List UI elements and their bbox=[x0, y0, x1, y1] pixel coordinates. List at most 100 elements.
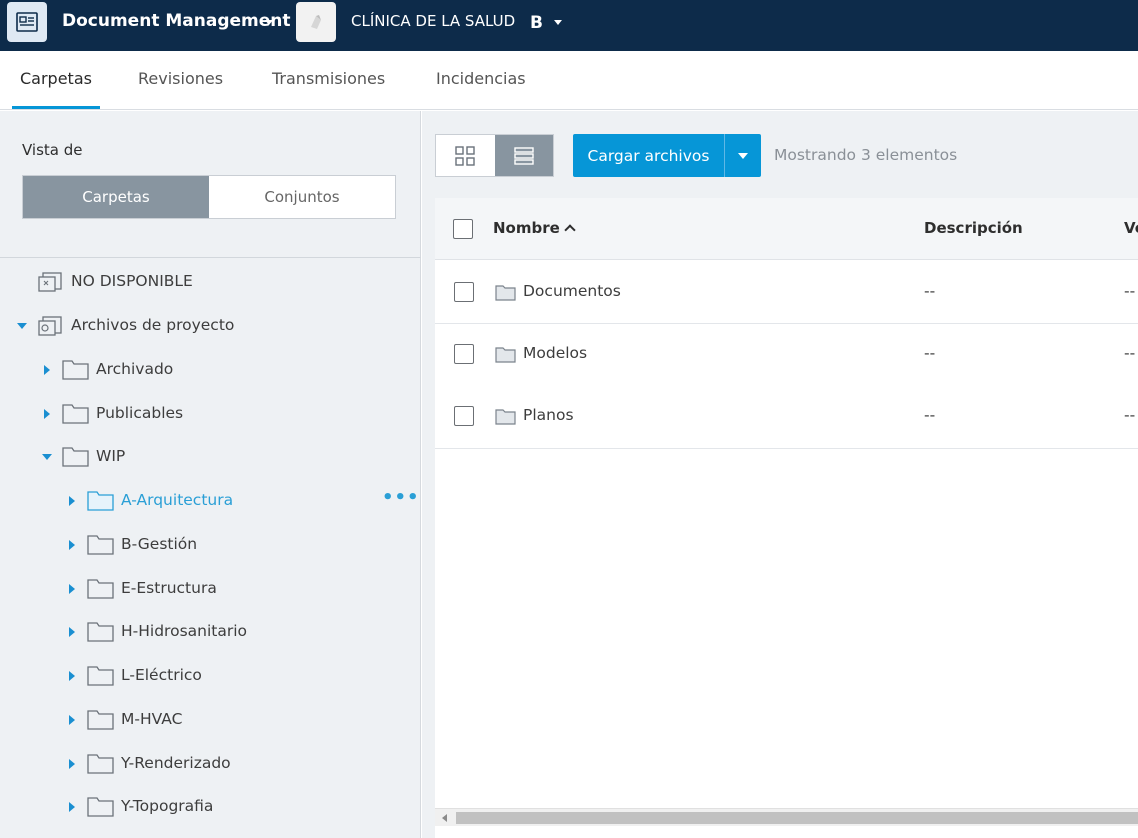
tree-item-label: B-Gestión bbox=[121, 535, 198, 553]
expand-arrow-icon[interactable] bbox=[66, 714, 78, 726]
tab-carpetas[interactable]: Carpetas bbox=[20, 69, 92, 88]
row-checkbox[interactable] bbox=[454, 344, 474, 364]
files-table: Nombre Descripción Ve Documentos -- -- M… bbox=[435, 198, 1138, 838]
tree-item[interactable]: M-HVAC bbox=[0, 700, 420, 740]
tree-item[interactable]: Publicables bbox=[0, 394, 420, 434]
segment-conjuntos[interactable]: Conjuntos bbox=[209, 176, 395, 218]
grid-view-button[interactable] bbox=[436, 135, 495, 176]
project-thumbnail[interactable] bbox=[296, 2, 336, 42]
row-name[interactable]: Documentos bbox=[523, 282, 621, 300]
folder-icon bbox=[87, 665, 114, 690]
expand-arrow-icon[interactable] bbox=[66, 758, 78, 770]
expand-arrow-icon[interactable] bbox=[66, 583, 78, 595]
row-version: -- bbox=[1124, 406, 1136, 424]
expand-arrow-icon[interactable] bbox=[66, 495, 78, 507]
collapse-arrow-icon[interactable] bbox=[41, 451, 53, 463]
row-name[interactable]: Modelos bbox=[523, 344, 587, 362]
project-switcher-caret-icon[interactable] bbox=[554, 20, 562, 25]
table-row[interactable]: Modelos -- -- bbox=[435, 324, 1138, 387]
row-name[interactable]: Planos bbox=[523, 406, 574, 424]
app-switcher-caret-icon[interactable] bbox=[265, 20, 273, 25]
tree-item[interactable]: Y-Topografia bbox=[0, 787, 420, 827]
tree-item-label: H-Hidrosanitario bbox=[121, 622, 248, 640]
expand-arrow-icon[interactable] bbox=[66, 539, 78, 551]
column-header-version[interactable]: Ve bbox=[1124, 219, 1138, 237]
row-description: -- bbox=[924, 406, 936, 424]
folder-icon bbox=[87, 534, 114, 559]
row-checkbox[interactable] bbox=[454, 282, 474, 302]
active-tab-indicator bbox=[12, 106, 100, 109]
folder-icon bbox=[495, 347, 516, 363]
column-header-descripcion[interactable]: Descripción bbox=[924, 219, 1023, 237]
tree-item[interactable]: L-Eléctrico bbox=[0, 656, 420, 696]
list-icon bbox=[514, 146, 534, 165]
folder-sidebar: Vista de Carpetas Conjuntos NO DISPONIBL… bbox=[0, 111, 421, 838]
row-version: -- bbox=[1124, 344, 1136, 362]
folder-icon bbox=[87, 753, 114, 778]
view-by-segmented-control: Carpetas Conjuntos bbox=[22, 175, 396, 219]
app-title[interactable]: Document Management bbox=[62, 11, 291, 31]
segment-carpetas[interactable]: Carpetas bbox=[23, 176, 209, 218]
folder-icon bbox=[62, 403, 89, 428]
row-description: -- bbox=[924, 282, 936, 300]
expand-arrow-icon[interactable] bbox=[41, 364, 53, 376]
tree-item[interactable]: Y-Renderizado bbox=[0, 744, 420, 784]
folder-icon bbox=[62, 446, 89, 471]
row-version: -- bbox=[1124, 282, 1136, 300]
expand-arrow-icon[interactable] bbox=[66, 626, 78, 638]
tab-revisiones[interactable]: Revisiones bbox=[138, 69, 223, 88]
tree-item[interactable]: E-Estructura bbox=[0, 569, 420, 609]
vista-de-label: Vista de bbox=[22, 141, 83, 159]
folder-icon bbox=[62, 359, 89, 384]
tree-item-label: Publicables bbox=[96, 404, 184, 422]
expand-arrow-icon[interactable] bbox=[66, 670, 78, 682]
select-all-checkbox[interactable] bbox=[453, 219, 473, 239]
expand-arrow-icon[interactable] bbox=[41, 408, 53, 420]
tree-item[interactable]: Archivos de proyecto bbox=[0, 306, 420, 346]
tree-item[interactable]: NO DISPONIBLE bbox=[0, 262, 420, 302]
tree-item[interactable]: B-Gestión bbox=[0, 525, 420, 565]
row-description: -- bbox=[924, 344, 936, 362]
view-mode-toggle bbox=[435, 134, 554, 177]
horizontal-scrollbar[interactable] bbox=[435, 808, 1138, 826]
tree-item[interactable]: Archivado bbox=[0, 350, 420, 390]
tree-item-label: A-Arquitectura bbox=[121, 491, 234, 509]
upload-options-dropdown[interactable] bbox=[725, 134, 761, 177]
project-unavailable-icon bbox=[37, 271, 63, 297]
main-panel: Cargar archivos Mostrando 3 elementos No… bbox=[422, 111, 1138, 838]
row-checkbox[interactable] bbox=[454, 406, 474, 426]
table-row[interactable]: Documentos -- -- bbox=[435, 261, 1138, 324]
upload-split-button: Cargar archivos bbox=[573, 134, 761, 177]
tree-item-label: Y-Topografia bbox=[121, 797, 214, 815]
folder-icon bbox=[495, 409, 516, 425]
tree-item-label: Archivos de proyecto bbox=[71, 316, 235, 334]
column-header-nombre-label: Nombre bbox=[493, 219, 560, 237]
tab-transmisiones[interactable]: Transmisiones bbox=[272, 69, 385, 88]
folder-icon bbox=[495, 285, 516, 301]
tree-item[interactable]: A-Arquitectura ••• bbox=[0, 481, 420, 521]
more-options-icon[interactable]: ••• bbox=[382, 487, 420, 508]
expand-arrow-icon[interactable] bbox=[66, 801, 78, 813]
project-files-icon bbox=[37, 315, 63, 341]
folder-icon bbox=[87, 621, 114, 646]
tab-incidencias[interactable]: Incidencias bbox=[436, 69, 526, 88]
table-row[interactable]: Planos -- -- bbox=[435, 386, 1138, 449]
upload-files-button[interactable]: Cargar archivos bbox=[573, 134, 725, 177]
tree-item-label: M-HVAC bbox=[121, 710, 183, 728]
collapse-arrow-icon[interactable] bbox=[16, 320, 28, 332]
sort-ascending-icon bbox=[564, 224, 576, 236]
folder-icon bbox=[87, 796, 114, 821]
scroll-left-icon[interactable] bbox=[442, 814, 447, 822]
folder-icon bbox=[87, 490, 114, 515]
column-header-nombre[interactable]: Nombre bbox=[493, 219, 576, 237]
scrollbar-thumb[interactable] bbox=[456, 812, 1138, 824]
project-name[interactable]: CLÍNICA DE LA SALUD bbox=[351, 12, 515, 30]
tree-item[interactable]: H-Hidrosanitario bbox=[0, 612, 420, 652]
item-count: Mostrando 3 elementos bbox=[774, 146, 958, 164]
tree-item[interactable]: WIP bbox=[0, 437, 420, 477]
folder-icon bbox=[87, 709, 114, 734]
document-management-icon[interactable] bbox=[7, 2, 47, 42]
list-view-button[interactable] bbox=[494, 135, 553, 176]
table-header: Nombre Descripción Ve bbox=[435, 198, 1138, 260]
tree-item-label: Y-Renderizado bbox=[121, 754, 231, 772]
